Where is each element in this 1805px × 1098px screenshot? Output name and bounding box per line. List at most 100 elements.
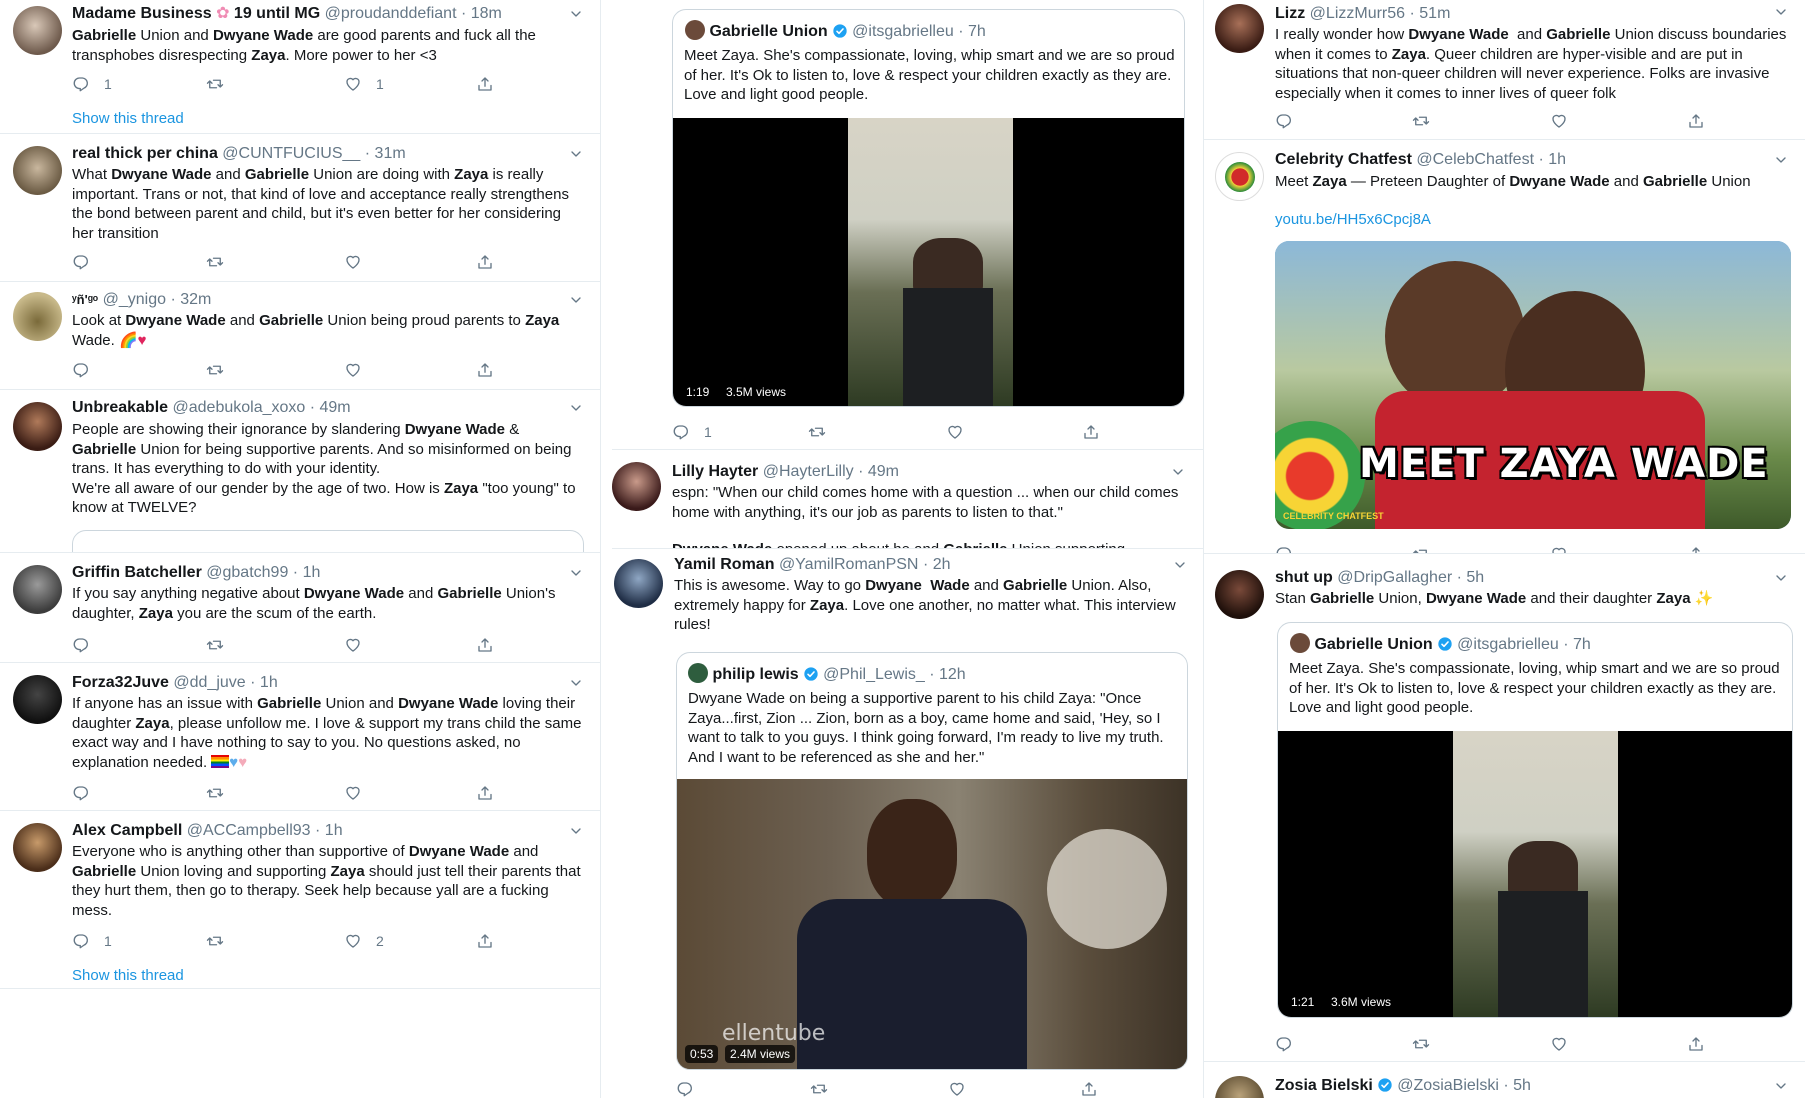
- share-button[interactable]: [476, 74, 494, 94]
- share-button[interactable]: [476, 635, 494, 655]
- retweet-button[interactable]: [206, 74, 224, 94]
- like-button[interactable]: [1550, 1034, 1568, 1054]
- reply-button[interactable]: [1275, 1034, 1293, 1054]
- display-name[interactable]: Gabrielle Union: [709, 23, 827, 40]
- video-player[interactable]: 1:19 3.5M views: [673, 118, 1184, 406]
- display-name[interactable]: Madame Business: [72, 5, 212, 22]
- retweet-button[interactable]: [1412, 544, 1430, 554]
- tweet[interactable]: Lizz @LizzMurr56 · 51m I really wonder h…: [1203, 0, 1805, 140]
- display-name[interactable]: Lizz: [1275, 5, 1305, 22]
- retweet-button[interactable]: [1412, 1034, 1430, 1054]
- user-handle[interactable]: @_ynigo: [103, 291, 166, 308]
- display-name[interactable]: real thick per china: [72, 145, 218, 162]
- chevron-down-icon[interactable]: [1773, 152, 1789, 168]
- quoted-tweet[interactable]: Gabrielle Union @itsgabrielleu · 7h Meet…: [1277, 622, 1793, 1018]
- timestamp[interactable]: · 18m: [461, 5, 502, 22]
- like-button[interactable]: [1550, 111, 1568, 131]
- chevron-down-icon[interactable]: [1170, 464, 1186, 480]
- user-handle[interactable]: @LizzMurr56: [1310, 5, 1405, 22]
- tweet[interactable]: Unbreakable @adebukola_xoxo · 49m People…: [0, 390, 600, 553]
- tweet[interactable]: shut up @DripGallagher · 5h Stan Gabriel…: [1203, 560, 1805, 1062]
- like-button[interactable]: 1: [344, 74, 384, 94]
- avatar[interactable]: [13, 292, 62, 341]
- timestamp[interactable]: · 7h: [1563, 636, 1591, 653]
- timestamp[interactable]: · 32m: [170, 291, 211, 308]
- share-button[interactable]: [476, 360, 494, 380]
- avatar[interactable]: [13, 402, 62, 451]
- tweet[interactable]: Forza32Juve @dd_juve · 1h If anyone has …: [0, 663, 600, 811]
- like-button[interactable]: [948, 1079, 966, 1098]
- reply-button[interactable]: 1: [672, 422, 712, 442]
- reply-button[interactable]: [1275, 544, 1293, 554]
- avatar[interactable]: [1290, 633, 1310, 653]
- display-name[interactable]: Zosia Bielski: [1275, 1077, 1373, 1094]
- avatar[interactable]: [1215, 4, 1264, 53]
- tweet[interactable]: Celebrity Chatfest @CelebChatfest · 1h M…: [1203, 140, 1805, 554]
- user-handle[interactable]: @Phil_Lewis_: [823, 666, 925, 683]
- chevron-down-icon[interactable]: [568, 823, 584, 839]
- share-button[interactable]: [476, 783, 494, 803]
- tweet[interactable]: Gabrielle Union @itsgabrielleu · 7h Meet…: [612, 0, 1204, 450]
- user-handle[interactable]: @ACCampbell93: [187, 822, 311, 839]
- like-button[interactable]: [344, 360, 362, 380]
- user-handle[interactable]: @dd_juve: [173, 674, 245, 691]
- show-thread-link[interactable]: Show this thread: [72, 110, 184, 127]
- tweet[interactable]: real thick per china @CUNTFUCIUS__ · 31m…: [0, 134, 600, 282]
- chevron-down-icon[interactable]: [568, 400, 584, 416]
- like-button[interactable]: [1550, 544, 1568, 554]
- avatar[interactable]: [1215, 1076, 1264, 1098]
- display-name[interactable]: Celebrity Chatfest: [1275, 151, 1412, 168]
- avatar[interactable]: [13, 675, 62, 724]
- display-name[interactable]: shut up: [1275, 569, 1333, 586]
- retweet-button[interactable]: [206, 635, 224, 655]
- display-name[interactable]: Gabrielle Union: [1314, 636, 1432, 653]
- avatar[interactable]: [685, 20, 705, 40]
- tweet[interactable]: Zosia Bielski @ZosiaBielski · 5h: [1203, 1064, 1805, 1098]
- user-handle[interactable]: @ZosiaBielski: [1397, 1077, 1499, 1094]
- retweet-button[interactable]: [206, 252, 224, 272]
- timestamp[interactable]: · 1h: [315, 822, 343, 839]
- retweet-button[interactable]: [810, 1079, 828, 1098]
- share-button[interactable]: [1082, 422, 1100, 442]
- like-button[interactable]: [344, 252, 362, 272]
- user-handle[interactable]: @YamilRomanPSN: [779, 556, 919, 573]
- tweet[interactable]: Yamil Roman @YamilRomanPSN · 2h This is …: [612, 548, 1204, 1098]
- display-name[interactable]: Unbreakable: [72, 399, 168, 416]
- quoted-tweet[interactable]: philip lewis @Phil_Lewis_ · 12h Dwyane W…: [676, 652, 1188, 1070]
- tweet[interactable]: Alex Campbell @ACCampbell93 · 1h Everyon…: [0, 811, 600, 989]
- tweet[interactable]: Madame Business ✿ 19 until MG @proudandd…: [0, 0, 600, 134]
- video-player[interactable]: ellentube 0:53 2.4M views: [677, 779, 1187, 1069]
- display-name[interactable]: Yamil Roman: [674, 556, 774, 573]
- avatar[interactable]: [688, 663, 708, 683]
- like-button[interactable]: [946, 422, 964, 442]
- retweet-button[interactable]: [206, 360, 224, 380]
- avatar[interactable]: [614, 559, 663, 608]
- like-button[interactable]: 2: [344, 931, 384, 951]
- quoted-tweet-peek[interactable]: [72, 530, 584, 552]
- avatar[interactable]: [1215, 570, 1264, 619]
- retweet-button[interactable]: [206, 783, 224, 803]
- reply-button[interactable]: [72, 635, 90, 655]
- reply-button[interactable]: [1275, 111, 1293, 131]
- display-name[interactable]: ʸñ'ᵍᵒ: [72, 292, 98, 307]
- display-name[interactable]: Griffin Batcheller: [72, 564, 202, 581]
- share-button[interactable]: [1687, 1034, 1705, 1054]
- video-player[interactable]: 1:21 3.6M views: [1278, 731, 1792, 1017]
- share-button[interactable]: [476, 931, 494, 951]
- display-name[interactable]: Alex Campbell: [72, 822, 182, 839]
- tweet[interactable]: ʸñ'ᵍᵒ @_ynigo · 32m Look at Dwyane Wade …: [0, 282, 600, 390]
- quoted-tweet[interactable]: Gabrielle Union @itsgabrielleu · 7h Meet…: [672, 9, 1185, 407]
- reply-button[interactable]: [72, 360, 90, 380]
- timestamp[interactable]: · 5h: [1503, 1077, 1531, 1094]
- timestamp[interactable]: · 51m: [1410, 5, 1451, 22]
- avatar[interactable]: [13, 146, 62, 195]
- timestamp[interactable]: · 2h: [923, 556, 951, 573]
- user-handle[interactable]: @CelebChatfest: [1416, 151, 1534, 168]
- user-handle[interactable]: @proudanddefiant: [325, 5, 457, 22]
- tweet[interactable]: Griffin Batcheller @gbatch99 · 1h If you…: [0, 553, 600, 663]
- avatar[interactable]: [13, 6, 62, 55]
- timestamp[interactable]: · 31m: [365, 145, 406, 162]
- timestamp[interactable]: · 49m: [858, 463, 899, 480]
- chevron-down-icon[interactable]: [1773, 1078, 1789, 1094]
- display-name[interactable]: philip lewis: [712, 666, 798, 683]
